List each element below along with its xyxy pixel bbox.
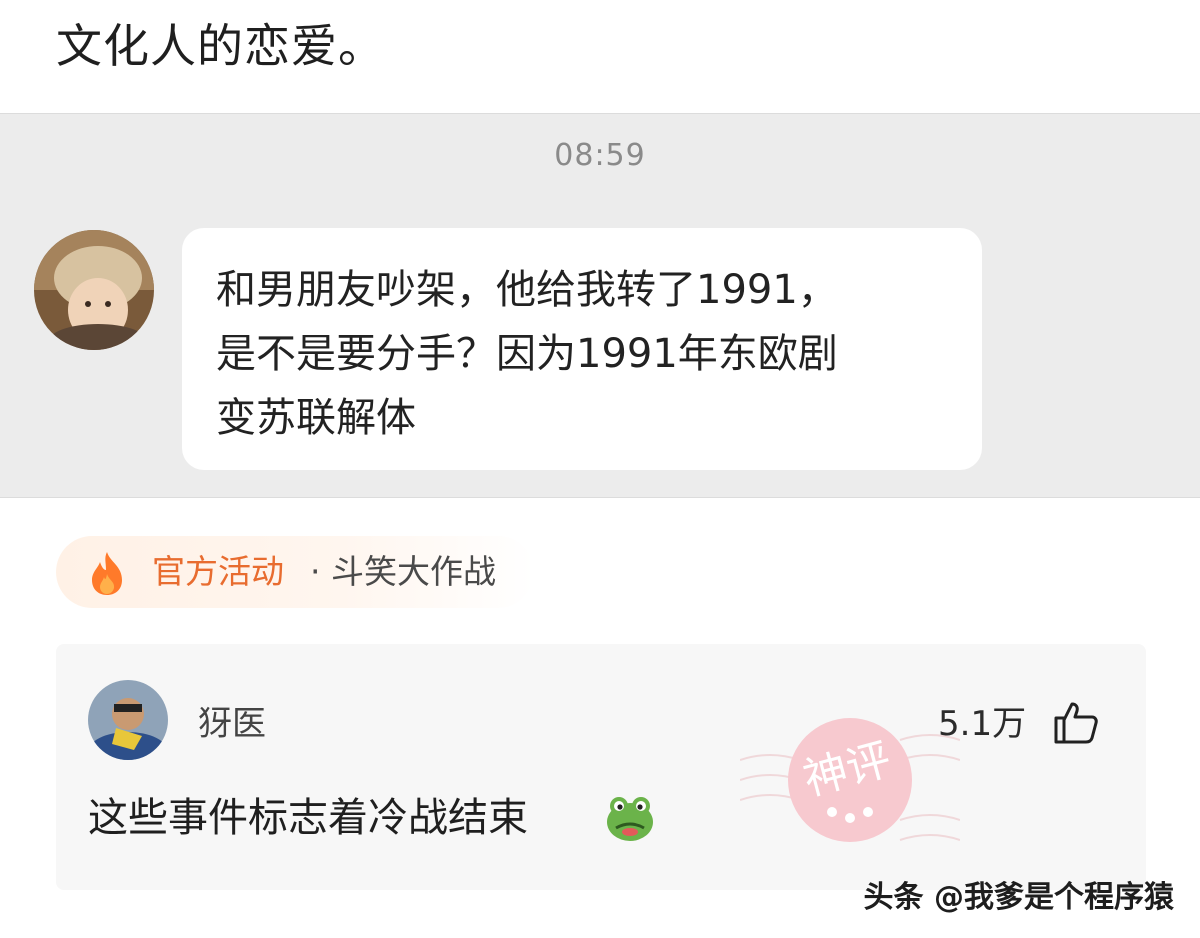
chat-timestamp: 08:59 [554,138,646,173]
thumbs-up-icon[interactable] [1052,698,1100,746]
comment-text: 这些事件标志着冷战结束 [88,795,528,841]
commenter-username[interactable]: 犽医 [198,702,266,746]
activity-name: 斗笑大作战 [330,552,496,591]
chat-message-bubble[interactable]: 和男朋友吵架，他给我转了1991， 是不是要分手？因为1991年东欧剧 变苏联解… [182,228,982,470]
official-activity-tag[interactable]: 官方活动 · 斗笑大作战 [56,536,534,608]
commenter-avatar[interactable] [88,680,168,760]
comment-card [56,644,1146,890]
chat-message-line: 是不是要分手？因为1991年东欧剧 [216,331,838,377]
featured-comment-stamp: 神评 [740,718,960,842]
activity-label: 官方活动 [152,552,284,591]
chat-message-text: 和男朋友吵架，他给我转了1991， 是不是要分手？因为1991年东欧剧 变苏联解… [216,258,956,450]
chat-message-line: 变苏联解体 [216,395,416,441]
activity-separator: · [310,552,331,591]
post-title: 文化人的恋爱。 [56,19,385,73]
chat-avatar[interactable] [34,230,154,350]
like-count: 5.1万 [938,704,1027,744]
fire-icon [92,552,122,595]
chat-message-line: 和男朋友吵架，他给我转了1991， [216,267,838,313]
watermark: 头条 @我爹是个程序猿 [863,880,1174,915]
frog-face-icon [607,797,653,841]
